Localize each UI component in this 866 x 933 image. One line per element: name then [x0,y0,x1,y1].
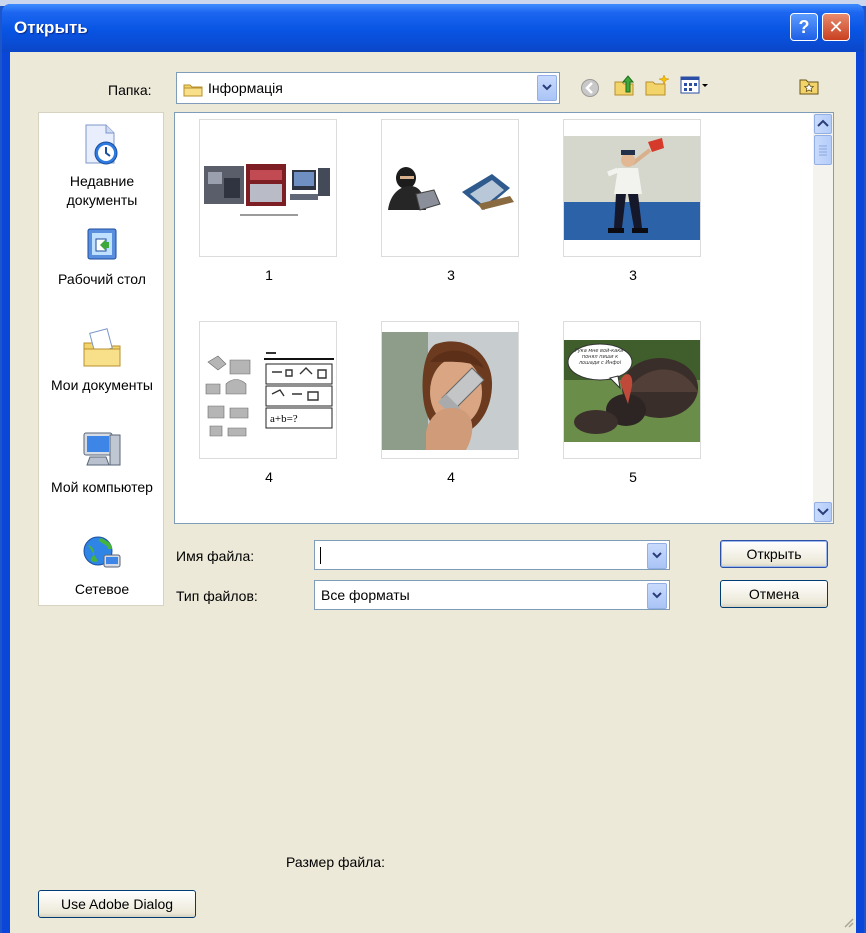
file-thumbnail: a+b=? [199,321,337,459]
help-button[interactable]: ? [790,13,818,41]
file-item[interactable]: Рука мне вой-каки-понял пиши к лошади с … [563,321,703,485]
resize-grip-icon[interactable] [842,915,854,931]
recent-documents-icon [82,123,122,172]
my-computer-icon [80,429,124,478]
file-caption: 4 [447,469,455,485]
place-recent-documents[interactable]: Недавние документы [39,123,165,210]
folder-label: Папка: [108,82,152,98]
place-label: Рабочий стол [58,271,146,287]
text-cursor [320,547,321,564]
chevron-down-icon[interactable] [537,75,557,101]
desktop-icon [82,225,122,270]
chevron-down-icon[interactable] [647,543,667,569]
speech-bubble-text: Рука мне вой-каки-понял пиши к лошади с … [574,348,626,366]
folder-value: Інформація [208,80,283,96]
file-caption: 3 [629,267,637,283]
scroll-thumb[interactable] [814,135,832,165]
filetype-dropdown[interactable]: Все форматы [314,580,670,610]
vertical-scrollbar[interactable] [813,113,833,523]
place-my-computer[interactable]: Мой компьютер [39,429,165,497]
place-label: Мои документы [50,377,153,393]
filetype-label: Тип файлов: [176,588,258,604]
file-caption: 5 [629,469,637,485]
views-menu-icon[interactable] [680,76,710,97]
filename-combo[interactable] [314,540,670,570]
dialog-title: Открыть [14,18,88,37]
new-folder-icon[interactable] [644,74,670,101]
filename-label: Имя файла: [176,548,255,564]
folder-dropdown[interactable]: Інформація [176,72,560,104]
formula-text: a+b=? [270,413,298,425]
file-item[interactable]: 3 [563,119,703,283]
file-thumbnail: Рука мне вой-каки-понял пиши к лошади с … [563,321,701,459]
chevron-down-icon[interactable] [647,583,667,609]
open-dialog: Открыть ? ✕ Папка: Інформація Недавние д… [2,4,864,933]
file-caption: 4 [265,469,273,485]
file-item[interactable]: 3 [381,119,521,283]
open-button[interactable]: Открыть [720,540,828,568]
place-label: Сетевое [74,581,130,597]
place-my-documents[interactable]: Мои документы [39,327,165,395]
file-item[interactable]: 1 [199,119,339,283]
file-item[interactable]: 4 [381,321,521,485]
close-button[interactable]: ✕ [822,13,850,41]
filetype-value: Все форматы [321,587,410,603]
file-thumbnail [563,119,701,257]
place-network[interactable]: Сетевое [39,531,165,599]
file-size-label: Размер файла: [286,854,385,870]
place-label: Недавние документы [66,173,138,208]
file-list[interactable]: 1 3 3 a+b=? 4 4 Рука мне вой-каки-понял … [174,112,834,524]
dialog-body: Папка: Інформація Недавние документы Раб… [10,52,856,933]
favorites-icon[interactable] [798,74,820,99]
file-caption: 1 [265,267,273,283]
title-bar[interactable]: Открыть ? ✕ [2,4,864,52]
my-documents-icon [80,327,124,376]
scroll-up-button[interactable] [814,114,832,134]
file-thumbnail [381,119,519,257]
network-icon [80,531,124,580]
place-desktop[interactable]: Рабочий стол [39,225,165,289]
file-thumbnail [381,321,519,459]
file-item[interactable]: a+b=? 4 [199,321,339,485]
scroll-down-button[interactable] [814,502,832,522]
cancel-button[interactable]: Отмена [720,580,828,608]
file-caption: 3 [447,267,455,283]
place-label: Мой компьютер [51,479,153,495]
up-folder-icon[interactable] [612,74,636,101]
back-icon[interactable] [580,78,600,101]
file-thumbnail [199,119,337,257]
folder-icon [183,82,203,100]
use-adobe-dialog-button[interactable]: Use Adobe Dialog [38,890,196,918]
places-bar: Недавние документы Рабочий стол Мои доку… [38,112,164,606]
